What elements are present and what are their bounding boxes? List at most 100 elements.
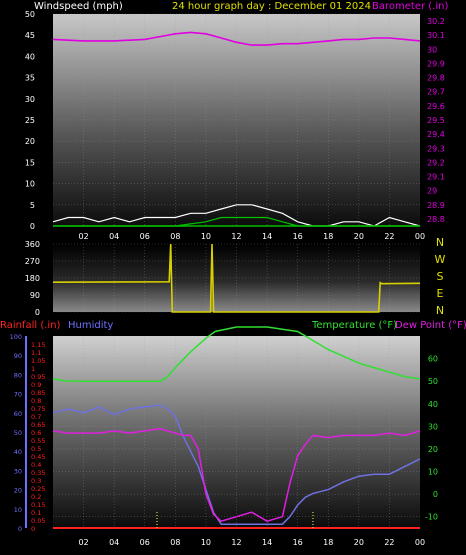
- wind-y-tick-label: 20: [25, 137, 35, 146]
- temp-x-tick-label: 02: [78, 538, 88, 547]
- wind-y-tick-label: 35: [25, 74, 35, 83]
- wind-x-tick-label: 04: [109, 232, 119, 241]
- temp-y-tick-label: 20: [428, 445, 438, 454]
- temp-x-tick-label: 18: [323, 538, 333, 547]
- graph-title: 24 hour graph day : December 01 2024: [172, 1, 371, 12]
- rain-y-tick-label: 0.2: [31, 493, 41, 501]
- compass-letter: S: [437, 270, 444, 283]
- compass-letter: E: [437, 287, 444, 300]
- baro-y-tick-label: 29.1: [427, 173, 445, 182]
- rain-y-tick-label: 0.9: [31, 381, 41, 389]
- wind-y-tick-label: 40: [25, 52, 35, 61]
- rainfall-header: Rainfall (.in): [0, 320, 61, 331]
- baro-y-tick-label: 28.8: [427, 215, 445, 224]
- baro-y-tick-label: 28.9: [427, 201, 445, 210]
- temp-y-tick-label: 10: [428, 468, 438, 477]
- baro-y-tick-label: 29.4: [427, 130, 445, 139]
- temp-x-tick-label: 14: [262, 538, 272, 547]
- rain-y-tick-label: 0.25: [31, 485, 45, 493]
- humidity-y-tick-label: 20: [14, 487, 22, 495]
- temp-x-tick-label: 08: [170, 538, 180, 547]
- rain-y-tick-label: 1: [31, 365, 35, 373]
- baro-y-tick-label: 30: [427, 45, 437, 54]
- wind-x-tick-label: 02: [78, 232, 88, 241]
- rain-y-tick-label: 0.8: [31, 397, 41, 405]
- wind-y-tick-label: 0: [30, 222, 35, 231]
- temp-y-tick-label: 40: [428, 400, 438, 409]
- wind-x-tick-label: 10: [201, 232, 211, 241]
- direction-y-tick-label: 360: [25, 240, 40, 249]
- rain-y-tick-label: 0.35: [31, 469, 45, 477]
- baro-y-tick-label: 29.6: [427, 102, 445, 111]
- rain-y-tick-label: 0.7: [31, 413, 41, 421]
- humidity-y-tick-label: 30: [14, 467, 22, 475]
- direction-y-tick-label: 180: [25, 274, 40, 283]
- temp-y-tick-label: -10: [425, 513, 438, 522]
- humidity-y-tick-label: 70: [14, 391, 22, 399]
- wind-x-tick-label: 08: [170, 232, 180, 241]
- direction-y-tick-label: 90: [30, 291, 40, 300]
- temp-y-tick-label: 60: [428, 355, 438, 364]
- wind-x-tick-label: 20: [354, 232, 364, 241]
- temp-y-tick-label: 0: [433, 490, 438, 499]
- humidity-header: Humidity: [68, 320, 114, 331]
- wind-x-tick-label: 16: [293, 232, 303, 241]
- humidity-y-tick-label: 10: [14, 506, 22, 514]
- rain-y-tick-label: 1.05: [31, 357, 45, 365]
- wind-x-tick-label: 18: [323, 232, 333, 241]
- wind-y-tick-label: 10: [25, 180, 35, 189]
- wind-y-tick-label: 15: [25, 158, 35, 167]
- wind-y-tick-label: 25: [25, 116, 35, 125]
- direction-y-tick-label: 270: [25, 257, 40, 266]
- rain-y-tick-label: 0.1: [31, 509, 41, 517]
- temp-x-tick-label: 16: [293, 538, 303, 547]
- rain-y-tick-label: 0.85: [31, 389, 45, 397]
- temp-x-tick-label: 04: [109, 538, 119, 547]
- direction-y-tick-label: 0: [35, 308, 40, 317]
- baro-y-tick-label: 29.2: [427, 158, 445, 167]
- rain-y-tick-label: 0.55: [31, 437, 45, 445]
- compass-letter: N: [436, 236, 444, 249]
- wind-x-tick-label: 06: [140, 232, 150, 241]
- wind-x-tick-label: 14: [262, 232, 272, 241]
- wind-y-tick-label: 45: [25, 31, 35, 40]
- compass-letter: W: [435, 253, 446, 266]
- wind-x-tick-label: 12: [231, 232, 241, 241]
- dewpoint-header: Dew Point (°F): [395, 320, 466, 331]
- baro-y-tick-label: 29.3: [427, 144, 445, 153]
- temp-x-tick-label: 20: [354, 538, 364, 547]
- baro-y-tick-label: 29.5: [427, 116, 445, 125]
- humidity-y-tick-label: 80: [14, 371, 22, 379]
- wind-y-tick-label: 5: [30, 201, 35, 210]
- temp-x-tick-label: 10: [201, 538, 211, 547]
- temp-y-tick-label: 50: [428, 377, 438, 386]
- rain-y-tick-label: 0.95: [31, 373, 45, 381]
- wind-x-tick-label: 22: [384, 232, 394, 241]
- rain-y-tick-label: 1.1: [31, 349, 41, 357]
- baro-y-tick-label: 29.8: [427, 74, 445, 83]
- baro-y-tick-label: 29: [427, 187, 437, 196]
- wind-x-tick-label: 00: [415, 232, 425, 241]
- humidity-y-tick-label: 90: [14, 352, 22, 360]
- humidity-y-tick-label: 60: [14, 410, 22, 418]
- rain-y-tick-label: 0.75: [31, 405, 45, 413]
- temp-x-tick-label: 12: [231, 538, 241, 547]
- rain-y-tick-label: 0.3: [31, 477, 41, 485]
- rain-y-tick-label: 0.65: [31, 421, 45, 429]
- wind-y-tick-label: 30: [25, 95, 35, 104]
- rain-y-tick-label: 0.5: [31, 445, 41, 453]
- temp-x-tick-label: 06: [140, 538, 150, 547]
- rain-y-tick-label: 1.15: [31, 341, 45, 349]
- humidity-y-tick-label: 40: [14, 448, 22, 456]
- humidity-y-tick-label: 100: [10, 333, 22, 341]
- temp-x-tick-label: 22: [384, 538, 394, 547]
- rain-y-tick-label: 0.45: [31, 453, 45, 461]
- rain-y-tick-label: 0: [31, 525, 35, 533]
- humidity-y-tick-label: 50: [14, 429, 22, 437]
- compass-letter: N: [436, 304, 444, 317]
- baro-y-tick-label: 30.2: [427, 17, 445, 26]
- temp-x-tick-label: 00: [415, 538, 425, 547]
- humidity-y-tick-label: 0: [18, 525, 22, 533]
- windspeed-header: Windspeed (mph): [34, 1, 123, 12]
- rain-y-tick-label: 0.4: [31, 461, 41, 469]
